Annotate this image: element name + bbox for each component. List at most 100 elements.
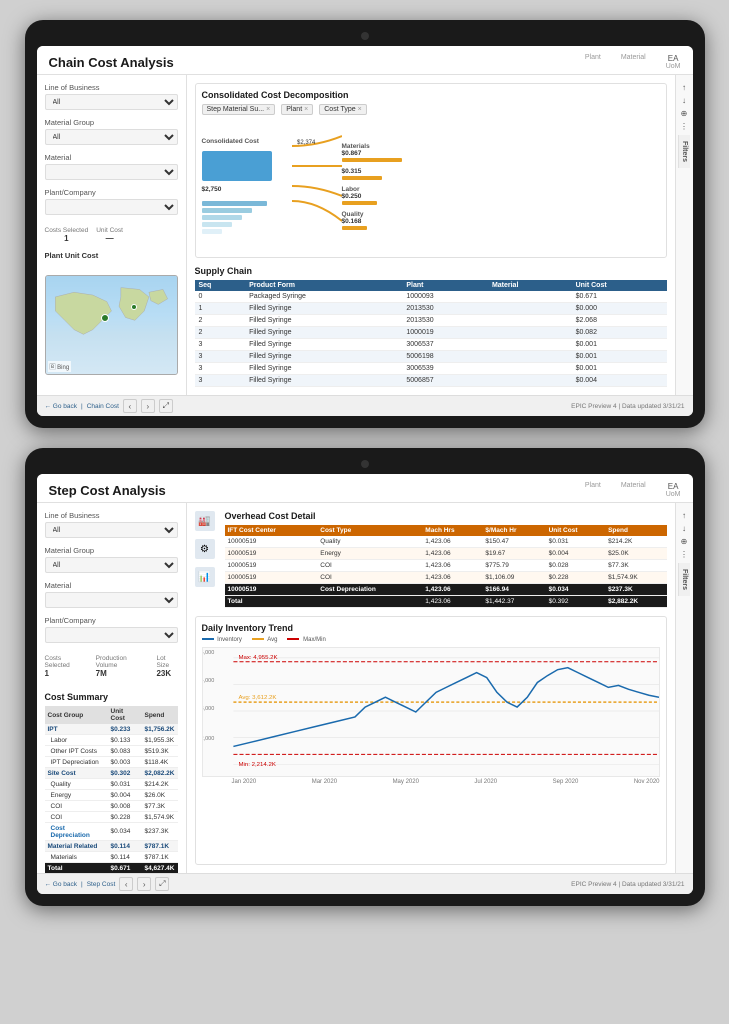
step-filter-expand-icon[interactable]: ⊕: [681, 537, 688, 546]
sankey-bar-2: [202, 208, 252, 213]
plant-company-filter: Plant/Company: [45, 188, 178, 215]
filter-down-icon[interactable]: ↓: [682, 96, 686, 105]
step-material-select[interactable]: [45, 592, 178, 608]
cs-row-ipt-dep[interactable]: IPT Depreciation $0.003 $118.4K: [45, 757, 178, 768]
oh-row-4[interactable]: 10000519 COI 1,423.06 $1,106.09 $0.228 $…: [225, 572, 667, 584]
overhead-icons: 🏭 ⚙ 📊: [195, 511, 219, 587]
plant-company-select[interactable]: [45, 199, 178, 215]
legend-inventory: Inventory: [202, 637, 242, 643]
cost-types-right: Materials $0.867 $0.315 Labor $0.250: [342, 143, 660, 230]
nav-prev-btn[interactable]: ‹: [123, 399, 137, 413]
step-lob-select[interactable]: All: [45, 522, 178, 538]
material-filter-header: Material: [621, 54, 646, 70]
overhead-section: 🏭 ⚙ 📊 Overhead Cost Detail IFT Cost Cent…: [195, 511, 667, 608]
supply-row-2b[interactable]: 2 Filled Syringe 1000019 $0.082: [195, 327, 667, 339]
decomp-filter-step[interactable]: Step Material Su... ×: [202, 104, 276, 115]
legend-avg-line: [252, 638, 264, 640]
decomp-filter-plant-close[interactable]: ×: [304, 106, 308, 113]
bing-logo: 🄱 Bing: [48, 361, 72, 372]
go-back-btn[interactable]: ← Go back: [45, 403, 78, 410]
oh-row-total: Total 1,423.06 $1,442.37 $0.392 $2,882.2…: [225, 596, 667, 608]
supply-row-0[interactable]: 0 Packaged Syringe 1000093 $0.671: [195, 291, 667, 303]
cs-row-quality[interactable]: Quality $0.031 $214.2K: [45, 779, 178, 790]
step-mg-select[interactable]: All: [45, 557, 178, 573]
inventory-chart-svg: Max: 4,955.2K Avg: 3,612.2K Min: 2,214.2…: [203, 648, 659, 776]
supply-row-2a[interactable]: 2 Filled Syringe 2013530 $2.068: [195, 315, 667, 327]
overhead-body: 10000519 Quality 1,423.06 $150.47 $0.031…: [225, 536, 667, 608]
step-filter-settings-icon[interactable]: ⋮: [680, 550, 688, 559]
col-product-form: Product Form: [245, 280, 402, 291]
plant-filter-header: Plant: [585, 54, 601, 70]
overhead-table-container: Overhead Cost Detail IFT Cost Center Cos…: [225, 511, 667, 608]
step-main-panel: 🏭 ⚙ 📊 Overhead Cost Detail IFT Cost Cent…: [187, 503, 675, 873]
decomp-filter-cost-type-close[interactable]: ×: [358, 106, 362, 113]
chart-x-labels: Jan 2020 Mar 2020 May 2020 Jul 2020 Sep …: [202, 779, 660, 785]
step-body: Line of Business All Material Group All …: [37, 503, 693, 873]
step-nav-next-btn[interactable]: ›: [137, 877, 151, 891]
oh-row-2[interactable]: 10000519 Energy 1,423.06 $19.67 $0.004 $…: [225, 548, 667, 560]
costs-selected-info: Costs Selected 1: [45, 227, 89, 243]
oh-row-3[interactable]: 10000519 COI 1,423.06 $775.79 $0.028 $77…: [225, 560, 667, 572]
supply-row-1[interactable]: 1 Filled Syringe 2013530 $0.000: [195, 303, 667, 315]
cs-row-cost-dep[interactable]: Cost Depreciation $0.034 $237.3K: [45, 823, 178, 841]
chain-footer-nav: ← Go back | Chain Cost ‹ › ⤢: [45, 399, 173, 413]
filter-expand-icon[interactable]: ⊕: [681, 109, 688, 118]
cs-row-other-ipt[interactable]: Other IPT Costs $0.083 $519.3K: [45, 746, 178, 757]
step-pc-select[interactable]: [45, 627, 178, 643]
cs-row-mat-rel[interactable]: Material Related $0.114 $787.1K: [45, 841, 178, 852]
step-filter-up-icon[interactable]: ↑: [682, 511, 686, 520]
nav-next-btn[interactable]: ›: [141, 399, 155, 413]
step-header: Step Cost Analysis Plant Material EA UoM: [37, 474, 693, 503]
material-select[interactable]: [45, 164, 178, 180]
cs-row-energy[interactable]: Energy $0.004 $26.0K: [45, 790, 178, 801]
step-material-filter: Material: [621, 482, 646, 498]
cs-row-coi1[interactable]: COI $0.008 $77.3K: [45, 801, 178, 812]
gear-icon: ⚙: [195, 539, 215, 559]
sankey-sub-bars: [202, 201, 292, 234]
supply-row-3a[interactable]: 3 Filled Syringe 3006537 $0.001: [195, 339, 667, 351]
step-go-back-btn[interactable]: ← Go back: [45, 881, 78, 888]
step-right-filter-panel: ↑ ↓ ⊕ ⋮ Filters: [675, 503, 693, 873]
material-group-select[interactable]: All: [45, 129, 178, 145]
filter-up-icon[interactable]: ↑: [682, 83, 686, 92]
supply-row-3b[interactable]: 3 Filled Syringe 5006198 $0.001: [195, 351, 667, 363]
oh-row-1[interactable]: 10000519 Quality 1,423.06 $150.47 $0.031…: [225, 536, 667, 548]
oh-row-5[interactable]: 10000519 Cost Depreciation 1,423.06 $166…: [225, 584, 667, 596]
step-title: Step Cost Analysis: [49, 483, 166, 498]
step-nav-expand-btn[interactable]: ⤢: [155, 877, 169, 891]
nav-expand-btn[interactable]: ⤢: [159, 399, 173, 413]
supply-row-3c[interactable]: 3 Filled Syringe 3006539 $0.001: [195, 363, 667, 375]
step-header-filters: Plant Material EA UoM: [585, 482, 681, 498]
sankey-main-bar: $2,750: [202, 151, 272, 181]
chain-header-filters: Plant Material EA UoM: [585, 54, 681, 70]
step-filter-down-icon[interactable]: ↓: [682, 524, 686, 533]
supply-table-header: Seq Product Form Plant Material Unit Cos…: [195, 280, 667, 291]
cs-row-labor[interactable]: Labor $0.133 $1,955.3K: [45, 735, 178, 746]
line-of-business-select[interactable]: All: [45, 94, 178, 110]
filter-settings-icon[interactable]: ⋮: [680, 122, 688, 131]
decomp-filter-plant[interactable]: Plant ×: [281, 104, 313, 115]
cs-row-materials[interactable]: Materials $0.114 $787.1K: [45, 852, 178, 863]
supply-row-3d[interactable]: 3 Filled Syringe 5006857 $0.004: [195, 375, 667, 387]
step-ea-filter: EA UoM: [666, 482, 681, 498]
chain-footer: ← Go back | Chain Cost ‹ › ⤢ EPIC Previe…: [37, 395, 693, 416]
overhead-title: Overhead Cost Detail: [225, 511, 667, 521]
svg-text:Avg: 3,612.2K: Avg: 3,612.2K: [238, 695, 276, 701]
material-filter: Material: [45, 153, 178, 180]
decomp-filter-cost-type[interactable]: Cost Type ×: [319, 104, 366, 115]
line-of-business-filter: Line of Business All: [45, 83, 178, 110]
legend-max-line: [287, 638, 299, 640]
step-cost-screen: Step Cost Analysis Plant Material EA UoM…: [37, 474, 693, 894]
step-nav-prev-btn[interactable]: ‹: [119, 877, 133, 891]
cs-row-coi2[interactable]: COI $0.228 $1,574.9K: [45, 812, 178, 823]
cs-row-ipt[interactable]: IPT $0.233 $1,756.2K: [45, 724, 178, 735]
costs-selected-step: Costs Selected 1: [45, 655, 84, 678]
cost-summary-body: IPT $0.233 $1,756.2K Labor $0.133 $1,955…: [45, 724, 178, 873]
cs-row-site[interactable]: Site Cost $0.302 $2,082.2K: [45, 768, 178, 779]
chain-body: Line of Business All Material Group All …: [37, 75, 693, 395]
chain-cost-link[interactable]: Chain Cost: [87, 403, 119, 410]
cost-type-quality: Quality $0.168: [342, 211, 660, 230]
step-cost-link[interactable]: Step Cost: [87, 881, 116, 888]
decomp-filter-step-close[interactable]: ×: [266, 106, 270, 113]
col-unit-cost: Unit Cost: [572, 280, 667, 291]
